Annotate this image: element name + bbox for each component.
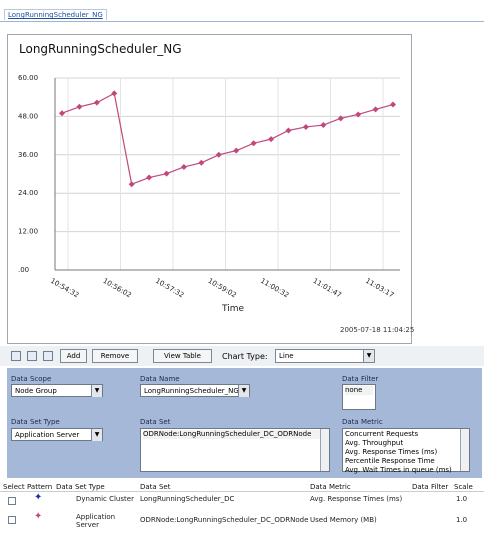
data-point — [111, 90, 118, 97]
y-tick-label: .00 — [18, 266, 29, 274]
col-data-set: Data Set — [140, 483, 171, 491]
data-point — [163, 170, 170, 177]
col-select: Select — [3, 483, 25, 491]
chart-type-select[interactable]: Line ▼ — [275, 349, 375, 363]
col-data-filter: Data Filter — [412, 483, 449, 491]
data-metric-option[interactable]: Avg. Wait Times in queue (ms) — [345, 466, 467, 475]
row-2-set: ODRNode:LongRunningScheduler_DC_ODRNode — [140, 516, 309, 524]
data-set-list[interactable]: ODRNode:LongRunningScheduler_DC_ODRNode — [140, 428, 330, 472]
row-2-metric: Used Memory (MB) — [310, 516, 377, 524]
data-metric-option[interactable]: Avg. Throughput — [345, 439, 467, 448]
x-tick-label: 11:03:17 — [364, 277, 395, 300]
data-scope-label: Data Scope — [11, 375, 52, 383]
row-2-scale: 1.0 — [456, 516, 468, 524]
data-set-label: Data Set — [140, 418, 171, 426]
data-name-label: Data Name — [140, 375, 180, 383]
data-metric-option[interactable]: Percentile Response Time — [345, 457, 467, 466]
data-name-value: LongRunningScheduler_NG — [144, 387, 239, 395]
data-scope-select[interactable]: Node Group ▼ — [11, 384, 103, 397]
col-data-set-type: Data Set Type — [56, 483, 105, 491]
data-point — [268, 136, 275, 143]
remove-button[interactable]: Remove — [92, 349, 138, 363]
data-filter-list[interactable]: none — [342, 384, 376, 410]
data-point — [128, 181, 135, 188]
data-set-type-label: Data Set Type — [11, 418, 60, 426]
data-set-scrollbar[interactable] — [320, 429, 329, 471]
data-point — [250, 140, 257, 147]
pattern-marker-icon: ✦ — [34, 511, 43, 522]
chevron-down-icon: ▼ — [91, 385, 102, 397]
row-1-scale: 1.0 — [456, 495, 468, 503]
row-1-set: LongRunningScheduler_DC — [140, 495, 235, 503]
data-point — [285, 127, 292, 134]
x-axis-label: Time — [222, 304, 245, 314]
pattern-marker-icon: ✦ — [34, 492, 43, 503]
y-tick-label: 60.00 — [18, 74, 38, 82]
data-point — [146, 174, 153, 181]
col-data-metric: Data Metric — [310, 483, 351, 491]
row-2-checkbox[interactable] — [8, 516, 16, 524]
data-set-type-select[interactable]: Application Server ▼ — [11, 428, 103, 441]
data-point — [215, 151, 222, 158]
line-chart: 60.00 48.00 36.00 24.00 12.00 .00 10:54:32 10:5… — [18, 74, 400, 300]
data-set-type-value: Application Server — [15, 431, 80, 439]
data-point — [76, 103, 83, 110]
data-point — [180, 163, 187, 170]
series-line — [61, 92, 394, 186]
data-scope-value: Node Group — [15, 387, 57, 395]
col-scale: Scale — [454, 483, 473, 491]
row-1-checkbox[interactable] — [8, 497, 16, 505]
data-point — [372, 106, 379, 113]
copy-icon[interactable] — [27, 351, 37, 361]
data-metric-option[interactable]: Avg. Response Times (ms) — [345, 448, 467, 457]
data-point — [59, 110, 65, 117]
data-metric-option[interactable]: Concurrent Requests — [345, 430, 467, 439]
x-tick-label: 10:57:32 — [154, 277, 185, 300]
table-header-divider — [0, 491, 484, 492]
x-tick-label: 10:56:02 — [102, 277, 133, 300]
refresh-icon[interactable] — [11, 351, 21, 361]
data-point — [302, 123, 309, 130]
data-metric-list[interactable]: Concurrent Requests Avg. Throughput Avg.… — [342, 428, 470, 475]
chevron-down-icon: ▼ — [91, 429, 102, 441]
row-1-metric: Avg. Response Times (ms) — [310, 495, 403, 503]
data-metric-label: Data Metric — [342, 418, 383, 426]
row-1-type: Dynamic Cluster — [76, 495, 134, 503]
data-point — [320, 122, 327, 129]
row-2-type: Application Server — [76, 513, 116, 529]
y-tick-label: 12.00 — [18, 228, 38, 236]
chart-type-label: Chart Type: — [222, 352, 268, 361]
x-tick-label: 11:01:47 — [312, 277, 343, 300]
data-name-select[interactable]: LongRunningScheduler_NG ▼ — [140, 384, 250, 397]
data-filter-option[interactable]: none — [345, 386, 373, 395]
add-button[interactable]: Add — [60, 349, 87, 363]
data-set-option[interactable]: ODRNode:LongRunningScheduler_DC_ODRNode — [143, 430, 327, 439]
view-table-button[interactable]: View Table — [153, 349, 212, 363]
y-tick-label: 36.00 — [18, 151, 38, 159]
settings-icon[interactable] — [43, 351, 53, 361]
data-point — [198, 159, 205, 166]
data-point — [233, 147, 240, 154]
col-pattern: Pattern — [27, 483, 53, 491]
chart-timestamp: 2005-07-18 11:04:25 — [340, 326, 415, 334]
data-point — [390, 101, 396, 108]
x-tick-label: 10:54:32 — [49, 277, 80, 300]
data-metric-scrollbar[interactable] — [460, 429, 469, 471]
chevron-down-icon: ▼ — [363, 350, 374, 362]
chart-type-value: Line — [279, 352, 294, 360]
chevron-down-icon: ▼ — [238, 385, 249, 397]
y-tick-label: 24.00 — [18, 189, 38, 197]
x-tick-label: 10:59:02 — [207, 277, 238, 300]
data-filter-label: Data Filter — [342, 375, 379, 383]
data-point — [93, 99, 100, 106]
x-tick-label: 11:00:32 — [259, 277, 290, 300]
y-tick-label: 48.00 — [18, 112, 38, 120]
